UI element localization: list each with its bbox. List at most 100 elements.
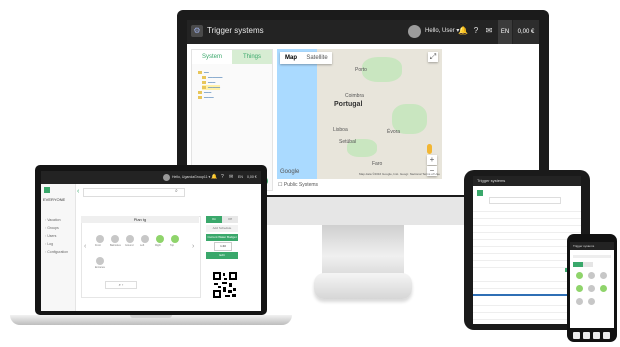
zone-toggle[interactable]	[576, 298, 583, 305]
list-item[interactable]	[473, 276, 581, 282]
balance-display[interactable]: 0,00 €	[247, 175, 257, 179]
tablet-screen: Trigger systems	[473, 176, 581, 324]
balance-display[interactable]: 0,00 €	[513, 20, 539, 44]
help-icon[interactable]: ?	[470, 25, 482, 37]
zoom-search-control[interactable]: ⌕ ‹	[105, 281, 137, 289]
tree-item[interactable]: ━━━━	[198, 95, 214, 100]
google-logo: Google	[280, 169, 300, 175]
avatar[interactable]	[408, 25, 421, 38]
folder-icon	[202, 76, 206, 80]
zone-toggle[interactable]	[576, 272, 583, 279]
off-button[interactable]: Off	[222, 216, 238, 223]
apple-logo-icon	[356, 204, 366, 216]
list-item[interactable]	[473, 307, 581, 313]
help-icon[interactable]: ?	[221, 174, 224, 180]
list-item[interactable]	[473, 213, 581, 219]
top-navigation-bar: ⚙ Trigger systems Hello, User ▾ 🔔 ? ✉ EN…	[187, 20, 539, 44]
avatar[interactable]	[163, 174, 170, 181]
zone-toggle[interactable]	[576, 285, 583, 292]
zoom-in-button[interactable]: +	[427, 155, 437, 165]
zone-toggle[interactable]	[96, 257, 104, 265]
on-button[interactable]	[573, 262, 583, 267]
sidebar-item-configuration[interactable]: ◦ Configuration	[45, 250, 68, 254]
bell-icon[interactable]: 🔔	[457, 25, 469, 37]
pegman-icon[interactable]	[427, 144, 432, 154]
water-budget-value[interactable]: 1:40	[214, 242, 232, 251]
map-city-label: Faro	[372, 161, 383, 167]
tab-system[interactable]: System	[192, 50, 232, 64]
nav-button[interactable]	[573, 332, 580, 339]
laptop-sidebar: EVERYONE ◦ Vacation ◦ Groups ◦ Users ◦ L…	[41, 184, 76, 311]
prev-arrow-icon[interactable]: ‹	[84, 243, 86, 250]
search-icon[interactable]: ⌕	[175, 188, 178, 194]
sidebar-item-users[interactable]: ◦ Users	[45, 234, 56, 238]
search-input[interactable]	[573, 255, 611, 258]
sidebar-item-label: Users	[47, 234, 57, 238]
brand-name: EVERYONE	[43, 197, 66, 202]
tab-system-label: System	[201, 54, 222, 60]
tab-things-label: Things	[242, 54, 261, 60]
app-logo-icon[interactable]: ⚙	[191, 25, 203, 37]
zone-toggle[interactable]	[126, 235, 134, 243]
language-switch[interactable]: EN	[238, 175, 243, 179]
sidebar-item-groups[interactable]: ◦ Groups	[45, 226, 59, 230]
bell-icon[interactable]: 🔔	[211, 174, 217, 180]
folder-icon	[198, 91, 202, 95]
sidebar-item-vacation[interactable]: ◦ Vacation	[45, 218, 61, 222]
edit-button[interactable]: Edit	[206, 252, 238, 259]
next-arrow-icon[interactable]: ›	[192, 243, 194, 250]
map-city-label: Setúbal	[339, 139, 356, 145]
map-tab-map[interactable]: Map	[280, 52, 302, 64]
map-view[interactable]: Map Satellite ⤢ Portugal Porto Coimbra L…	[277, 49, 442, 179]
zone-toggle[interactable]	[600, 285, 607, 292]
list-item[interactable]	[473, 283, 581, 289]
folder-icon	[198, 71, 202, 75]
monitor-stand	[322, 225, 404, 277]
off-button[interactable]	[583, 262, 593, 267]
list-item[interactable]	[473, 241, 581, 247]
map-attribution[interactable]: Map data ©2016 Google, Inst. Geogr. Naci…	[359, 172, 440, 176]
zone-toggle[interactable]	[141, 235, 149, 243]
zone-toggle[interactable]	[156, 235, 164, 243]
folder-icon	[202, 81, 206, 85]
user-menu[interactable]: Hello, UgandaGroup11 ▾	[172, 175, 210, 179]
tab-things[interactable]: Things	[232, 50, 272, 64]
list-item[interactable]	[473, 300, 581, 306]
zone-toggle[interactable]	[96, 235, 104, 243]
map-tab-satellite[interactable]: Satellite	[302, 52, 332, 64]
list-item[interactable]	[473, 227, 581, 233]
list-item[interactable]	[473, 234, 581, 240]
brand-icon	[44, 187, 50, 193]
list-item[interactable]	[473, 220, 581, 226]
nav-button[interactable]	[593, 332, 600, 339]
zone-label: Ground	[125, 244, 134, 247]
phone-bottom-nav	[573, 331, 611, 340]
chat-icon[interactable]: ✉	[483, 25, 495, 37]
laptop-top-bar: Hello, UgandaGroup11 ▾ 🔔 ? ✉ EN 0,00 €	[41, 171, 261, 184]
map-park	[362, 57, 402, 82]
search-input[interactable]	[489, 197, 561, 204]
language-switch[interactable]: EN	[498, 20, 512, 44]
back-arrow-icon[interactable]: ‹	[77, 188, 79, 195]
public-systems-checkbox[interactable]: ☐ Public Systems	[278, 182, 318, 188]
search-input[interactable]	[83, 188, 185, 197]
zone-toggle[interactable]	[588, 272, 595, 279]
add-schedule-button[interactable]: Add Schedule	[206, 225, 238, 232]
sidebar-item-log[interactable]: ◦ Log	[45, 242, 53, 246]
zone-toggle[interactable]	[588, 298, 595, 305]
zone-toggle[interactable]	[588, 285, 595, 292]
fullscreen-icon[interactable]: ⤢	[428, 52, 438, 62]
zone-toggle[interactable]	[600, 272, 607, 279]
app-title: Trigger systems	[477, 178, 506, 183]
zone-toggle[interactable]	[171, 235, 179, 243]
on-button[interactable]: On	[206, 216, 222, 223]
nav-button[interactable]	[583, 332, 590, 339]
list-item[interactable]	[473, 248, 581, 254]
zone-toggle[interactable]	[111, 235, 119, 243]
list-item[interactable]	[473, 255, 581, 261]
chat-icon[interactable]: ✉	[229, 174, 233, 180]
list-item[interactable]	[473, 206, 581, 212]
list-item[interactable]	[473, 314, 581, 320]
nav-button[interactable]	[603, 332, 610, 339]
user-menu[interactable]: Hello, User ▾	[425, 27, 459, 34]
